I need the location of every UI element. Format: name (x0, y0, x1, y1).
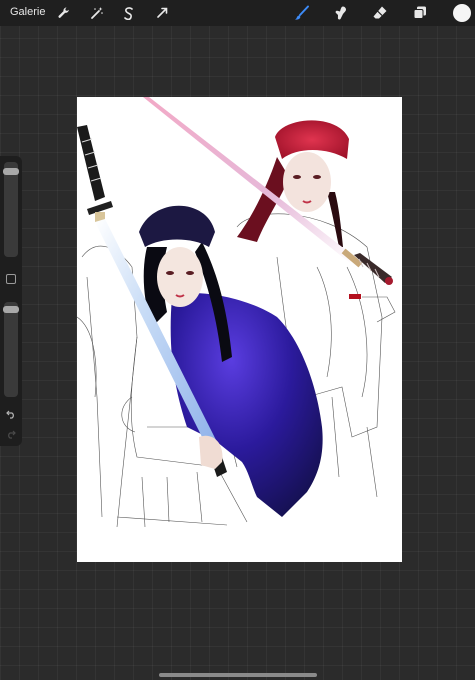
opacity-slider[interactable] (3, 302, 19, 397)
left-figure-headband (139, 205, 215, 247)
smudge-icon[interactable] (331, 3, 351, 23)
layers-icon[interactable] (410, 3, 430, 23)
gallery-button[interactable]: Galerie (10, 6, 45, 18)
artwork (77, 97, 396, 528)
left-figure-face (157, 247, 203, 307)
selection-icon[interactable] (119, 3, 139, 23)
brush-icon[interactable] (292, 3, 312, 23)
brush-size-handle[interactable] (3, 168, 19, 175)
color-picker-button[interactable] (453, 4, 471, 22)
top-toolbar: Galerie (0, 0, 475, 26)
magic-wand-icon[interactable] (87, 3, 107, 23)
home-indicator[interactable] (159, 673, 317, 677)
eraser-icon[interactable] (370, 3, 390, 23)
right-figure-hair (237, 157, 289, 242)
left-sidebar (0, 156, 22, 446)
right-figure-accent (349, 294, 361, 299)
transform-icon[interactable] (152, 3, 172, 23)
brush-size-slider[interactable] (3, 162, 19, 257)
opacity-handle[interactable] (3, 306, 19, 313)
drawing-canvas[interactable] (77, 97, 402, 562)
redo-icon[interactable] (5, 428, 17, 440)
undo-icon[interactable] (5, 408, 17, 420)
modify-button[interactable] (6, 274, 16, 284)
wrench-icon[interactable] (54, 3, 74, 23)
